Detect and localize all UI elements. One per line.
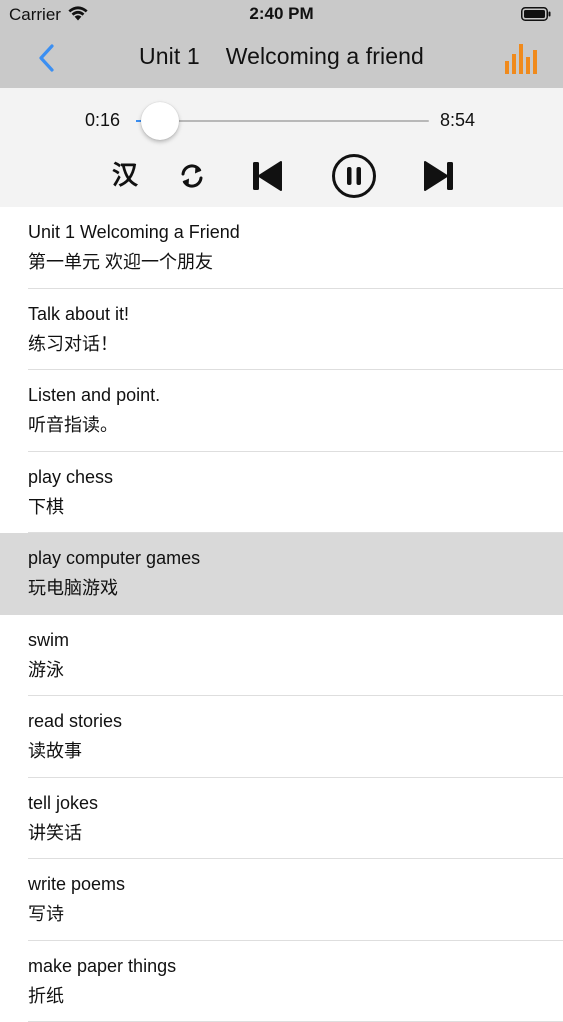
list-item[interactable]: play chess 下棋 [0, 452, 563, 534]
list-item[interactable]: swim 游泳 [0, 615, 563, 697]
page-title: Unit 1 Welcoming a friend [0, 43, 563, 70]
list-item[interactable]: write poems 写诗 [0, 859, 563, 941]
lesson-sentence-list: Unit 1 Welcoming a Friend 第一单元 欢迎一个朋友 Ta… [0, 207, 563, 1022]
status-bar: Carrier 2:40 PM [0, 0, 563, 28]
battery-icon [521, 7, 551, 21]
total-time: 8:54 [440, 110, 475, 131]
english-text: Listen and point. [28, 385, 160, 406]
chinese-text: 下棋 [28, 493, 64, 519]
english-text: Unit 1 Welcoming a Friend [28, 222, 240, 243]
status-time: 2:40 PM [0, 4, 563, 24]
navigation-bar: Unit 1 Welcoming a friend [0, 28, 563, 88]
list-item[interactable]: tell jokes 讲笑话 [0, 778, 563, 860]
english-text: tell jokes [28, 793, 98, 814]
chinese-text: 游泳 [28, 656, 64, 682]
progress-slider-thumb[interactable] [141, 102, 179, 140]
bar-chart-icon[interactable] [503, 42, 539, 76]
list-item[interactable]: read stories 读故事 [0, 696, 563, 778]
chinese-text: 玩电脑游戏 [28, 574, 118, 600]
repeat-icon[interactable] [178, 162, 206, 190]
list-item[interactable]: make paper things 折纸 [0, 941, 563, 1022]
list-item[interactable]: Listen and point. 听音指读。 [0, 370, 563, 452]
english-text: write poems [28, 874, 125, 895]
chinese-text: 讲笑话 [28, 819, 82, 845]
current-time: 0:16 [85, 110, 120, 131]
english-text: play chess [28, 467, 113, 488]
list-item[interactable]: play computer games 玩电脑游戏 [0, 533, 563, 615]
chinese-text: 读故事 [28, 737, 82, 763]
top-bar: Carrier 2:40 PM Unit 1 Welcoming a frien… [0, 0, 563, 88]
progress-track[interactable] [136, 120, 429, 122]
chinese-text: 折纸 [28, 982, 64, 1008]
chinese-translation-toggle[interactable]: 汉 [108, 158, 142, 192]
chinese-text: 练习对话！ [28, 330, 118, 356]
english-text: Talk about it! [28, 304, 129, 325]
english-text: play computer games [28, 548, 200, 569]
list-item[interactable]: Unit 1 Welcoming a Friend 第一单元 欢迎一个朋友 [0, 207, 563, 289]
chinese-text: 写诗 [28, 900, 64, 926]
skip-next-icon[interactable] [422, 159, 456, 193]
english-text: swim [28, 630, 69, 651]
audio-player: 0:16 8:54 汉 [0, 88, 563, 207]
list-item[interactable]: Talk about it! 练习对话！ [0, 289, 563, 371]
chinese-text: 第一单元 欢迎一个朋友 [28, 248, 213, 274]
pause-icon[interactable] [331, 153, 377, 199]
skip-previous-icon[interactable] [250, 159, 284, 193]
english-text: read stories [28, 711, 122, 732]
english-text: make paper things [28, 956, 176, 977]
chinese-text: 听音指读。 [28, 411, 118, 437]
